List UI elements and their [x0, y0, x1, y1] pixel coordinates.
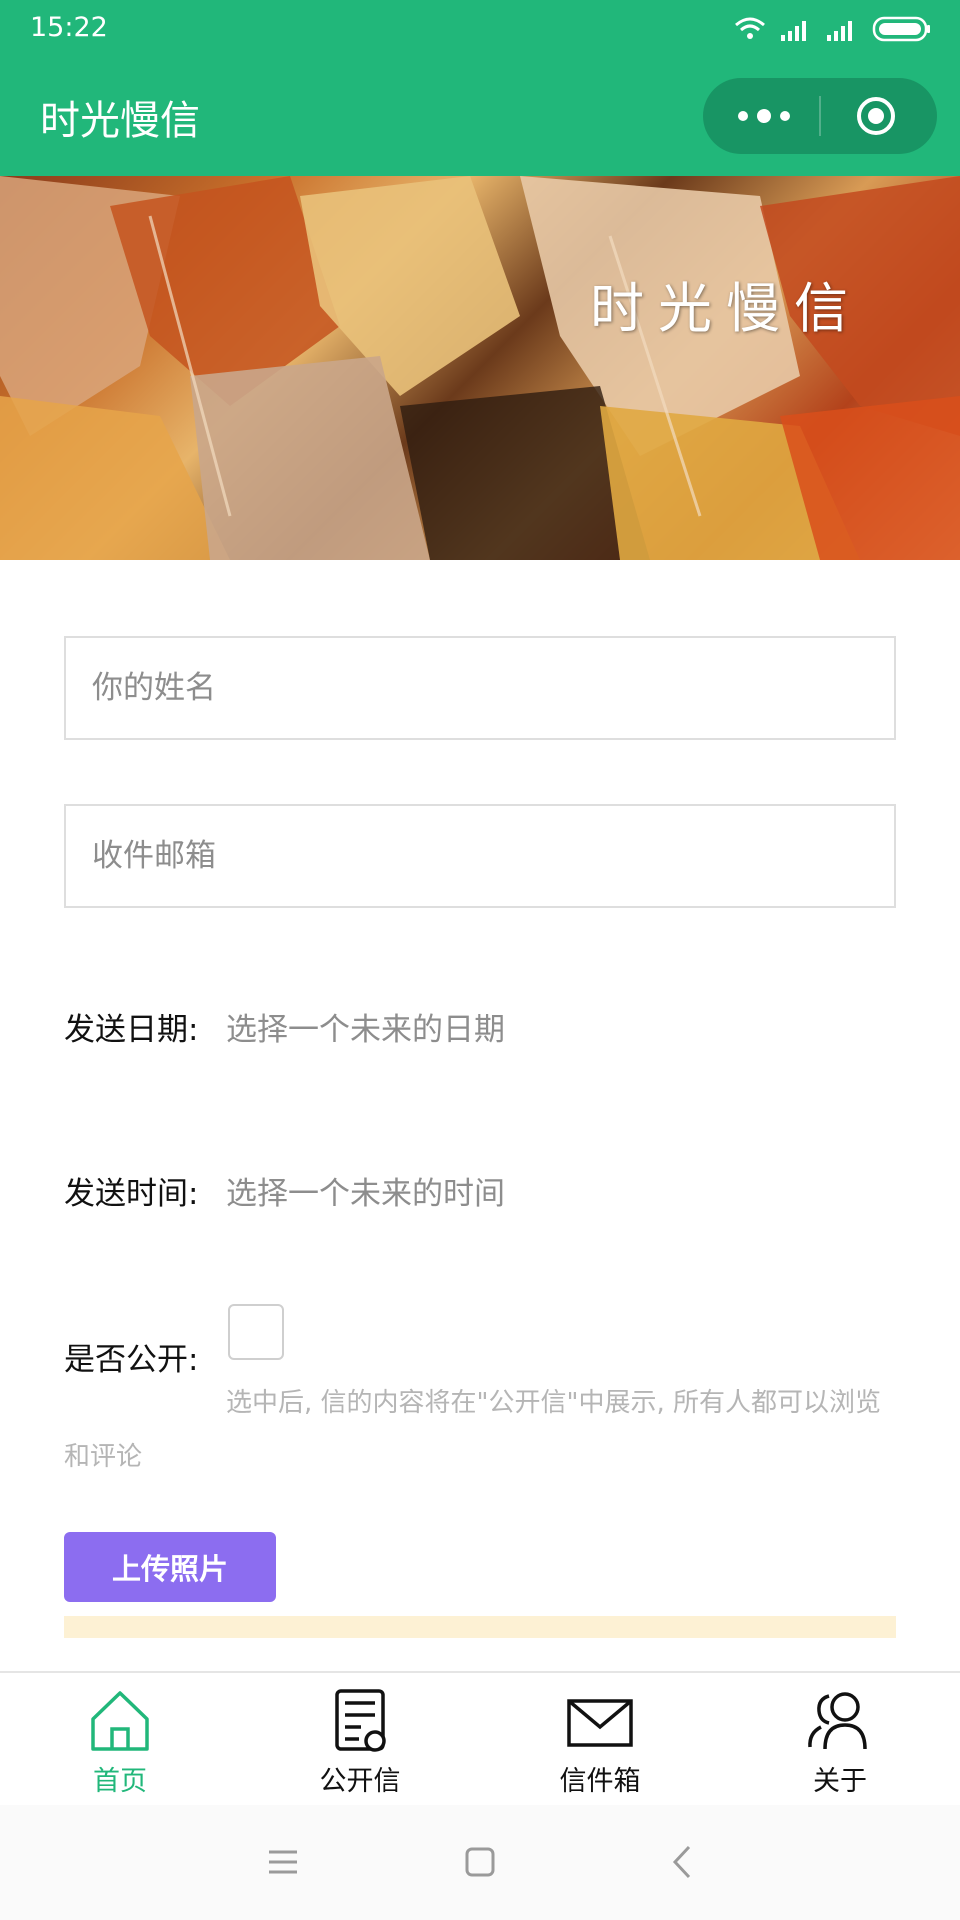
wifi-icon — [735, 17, 765, 39]
tab-about[interactable]: 关于 — [720, 1673, 960, 1805]
send-time-picker[interactable]: 选择一个未来的时间 — [226, 1168, 505, 1213]
signal-icon — [827, 21, 852, 41]
page-title: 时光慢信 — [40, 98, 200, 144]
email-field-box — [64, 804, 896, 908]
signal-icon — [781, 21, 806, 41]
menu-icon[interactable] — [268, 1849, 298, 1875]
more-icon[interactable] — [737, 101, 791, 131]
home-icon — [91, 1691, 149, 1751]
send-date-picker[interactable]: 选择一个未来的日期 — [226, 1004, 505, 1049]
users-icon — [808, 1692, 867, 1750]
banner-image: 时光慢信 — [0, 176, 960, 560]
upload-photo-button[interactable]: 上传照片 — [64, 1532, 276, 1602]
public-checkbox[interactable] — [228, 1304, 284, 1360]
title-bar: 时光慢信 — [0, 58, 960, 176]
envelope-icon — [567, 1699, 633, 1747]
status-bar: 15:22 — [0, 0, 960, 58]
close-target-icon[interactable] — [856, 96, 896, 136]
tip-bar — [64, 1616, 896, 1638]
tab-home[interactable]: 首页 — [0, 1673, 240, 1805]
battery-icon — [872, 16, 930, 42]
tab-mailbox[interactable]: 信件箱 — [480, 1673, 720, 1805]
autumn-leaves-illustration — [0, 176, 960, 560]
document-icon — [335, 1689, 386, 1752]
tab-mailbox-label: 信件箱 — [559, 1766, 641, 1797]
mini-program-capsule — [703, 78, 937, 154]
tab-public-letters[interactable]: 公开信 — [240, 1673, 480, 1805]
home-square-icon[interactable] — [465, 1847, 495, 1877]
email-input[interactable] — [66, 806, 894, 906]
banner-slogan: 时光慢信 — [590, 277, 862, 340]
status-time: 15:22 — [30, 12, 108, 43]
back-icon[interactable] — [672, 1845, 692, 1879]
tab-home-label: 首页 — [93, 1766, 147, 1797]
system-nav-bar — [0, 1805, 960, 1920]
tab-about-label: 关于 — [813, 1766, 867, 1797]
public-label: 是否公开: — [64, 1342, 199, 1378]
name-input[interactable] — [66, 638, 894, 738]
tab-public-letters-label: 公开信 — [319, 1766, 401, 1797]
send-time-label: 发送时间: — [64, 1176, 199, 1212]
name-field-box — [64, 636, 896, 740]
status-icons — [734, 14, 932, 44]
capsule-divider — [819, 96, 821, 136]
public-note: 选中后, 信的内容将在"公开信"中展示, 所有人都可以浏览和评论 — [64, 1388, 881, 1472]
send-date-label: 发送日期: — [64, 1012, 199, 1048]
tab-bar: 首页 公开信 信件箱 关于 — [0, 1671, 960, 1805]
